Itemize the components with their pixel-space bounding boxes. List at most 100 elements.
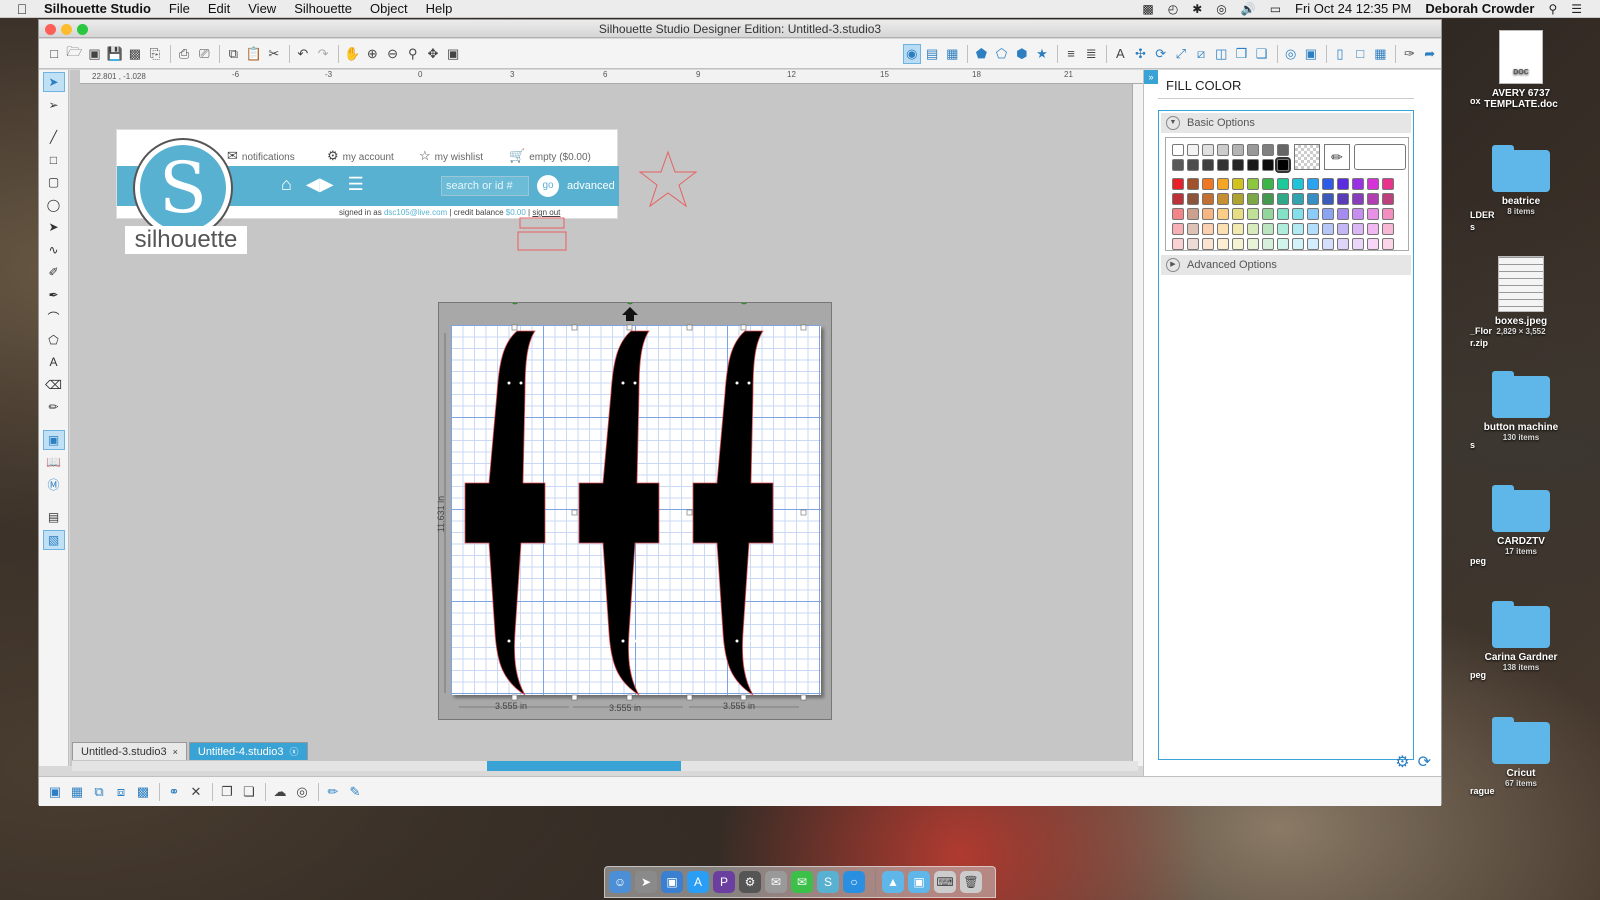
color-swatch[interactable] — [1275, 157, 1291, 173]
notification-center-icon[interactable]: ☰ — [1571, 2, 1582, 16]
menu-view[interactable]: View — [248, 1, 276, 16]
desktop-item-button-machine[interactable]: button machine 130 items — [1466, 371, 1576, 442]
library-view-icon[interactable]: 📖 — [43, 452, 65, 472]
time-machine-icon[interactable]: ◴ — [1168, 2, 1178, 16]
color-swatch[interactable] — [1352, 178, 1364, 190]
undo-icon[interactable]: ↶ — [294, 44, 312, 64]
line-tool-icon[interactable]: ╱ — [43, 127, 65, 147]
color-swatch[interactable] — [1352, 193, 1364, 205]
color-swatch[interactable] — [1202, 208, 1214, 220]
color-swatch[interactable] — [1292, 193, 1304, 205]
close-window-button[interactable] — [45, 24, 56, 35]
propeller-shape[interactable] — [464, 330, 546, 696]
rotate-icon[interactable]: ⟳ — [1152, 44, 1170, 64]
launchpad-icon[interactable]: ➤ — [635, 871, 657, 893]
color-swatch[interactable] — [1202, 223, 1214, 235]
propeller-shape[interactable] — [692, 330, 774, 696]
color-swatch[interactable] — [1232, 238, 1244, 250]
mirror-icon[interactable]: ❏ — [239, 782, 259, 802]
color-swatch[interactable] — [1292, 238, 1304, 250]
minimize-window-button[interactable] — [61, 24, 72, 35]
silhouette-store-icon[interactable]: ✑ — [1400, 44, 1418, 64]
title-bar[interactable]: Silhouette Studio Designer Edition: Unti… — [39, 20, 1441, 38]
send-to-icon[interactable]: ⎘ — [146, 44, 164, 64]
color-swatch[interactable] — [1187, 193, 1199, 205]
tab-untitled-4[interactable]: Untitled-4.studio3 ⓧ — [188, 742, 308, 760]
apple-icon[interactable]:  — [0, 1, 44, 17]
color-swatch[interactable] — [1367, 223, 1379, 235]
messages-icon[interactable]: ✉ — [791, 871, 813, 893]
horizontal-scrollbar[interactable] — [72, 761, 1138, 771]
rectangle-tool-icon[interactable]: □ — [43, 150, 65, 170]
advanced-options-header[interactable]: ▶ Advanced Options — [1161, 255, 1411, 275]
fit-to-page-icon[interactable]: ▣ — [444, 44, 462, 64]
fill-color-panel-icon[interactable]: ◉ — [902, 43, 921, 64]
text-style-icon[interactable]: A — [1111, 44, 1129, 64]
bluetooth-icon[interactable]: ✱ — [1192, 2, 1202, 16]
redo-icon[interactable]: ↷ — [314, 44, 332, 64]
panel-layout-icon[interactable]: ▤ — [43, 507, 65, 527]
swatch-no-fill[interactable] — [1294, 144, 1320, 170]
wifi-icon[interactable]: ◎ — [1216, 2, 1226, 16]
zoom-in-icon[interactable]: ⊕ — [363, 44, 381, 64]
color-swatch[interactable] — [1262, 159, 1274, 171]
color-swatch[interactable] — [1382, 208, 1394, 220]
regular-polygon-icon[interactable]: ⬠ — [43, 330, 65, 350]
color-swatch[interactable] — [1337, 223, 1349, 235]
print-icon[interactable]: ⎙ — [175, 44, 193, 64]
color-swatch[interactable] — [1202, 238, 1214, 250]
app-store-icon[interactable]: A — [687, 871, 709, 893]
desktop-item-beatrice[interactable]: beatrice 8 items — [1466, 145, 1576, 216]
registration-marks-icon[interactable]: □ — [1351, 44, 1369, 64]
color-swatch[interactable] — [1382, 223, 1394, 235]
menu-object[interactable]: Object — [370, 1, 408, 16]
ellipse-tool-icon[interactable]: ◯ — [43, 195, 65, 215]
color-swatch[interactable] — [1187, 208, 1199, 220]
my-account-link[interactable]: ⚙ my account — [327, 148, 394, 164]
color-swatch[interactable] — [1262, 144, 1274, 156]
banner-search-input[interactable]: search or id # — [441, 176, 529, 196]
battery-icon[interactable]: ▭ — [1270, 2, 1281, 16]
banner-go-button[interactable]: go — [537, 175, 559, 197]
curve-tool-icon[interactable]: ∿ — [43, 240, 65, 260]
paste-icon[interactable]: 📋 — [245, 44, 263, 64]
system-preferences-icon[interactable]: ⚙ — [739, 871, 761, 893]
color-swatch[interactable] — [1292, 178, 1304, 190]
color-swatch[interactable] — [1367, 193, 1379, 205]
menu-clock[interactable]: Fri Oct 24 12:35 PM — [1295, 1, 1411, 16]
color-swatch[interactable] — [1382, 178, 1394, 190]
finder-icon[interactable]: ☺ — [609, 871, 631, 893]
settings-gear-icon[interactable]: ⚙ — [1395, 752, 1409, 772]
send-to-silhouette-icon[interactable]: ➦ — [1421, 44, 1439, 64]
color-swatch[interactable] — [1337, 178, 1349, 190]
sketch-icon[interactable]: ✎ — [345, 782, 365, 802]
color-swatch[interactable] — [1172, 159, 1184, 171]
layer-icon[interactable]: ▦ — [1371, 44, 1389, 64]
back-forward-icon[interactable]: ◀▶ — [306, 174, 334, 195]
color-swatch[interactable] — [1247, 223, 1259, 235]
color-swatch[interactable] — [1307, 178, 1319, 190]
home-icon[interactable]: ⌂ — [281, 174, 292, 195]
keyboard-icon[interactable]: ⌨ — [934, 871, 956, 893]
color-swatch[interactable] — [1172, 193, 1184, 205]
grid-settings-icon[interactable]: ▦ — [943, 44, 961, 64]
color-swatch[interactable] — [1217, 144, 1229, 156]
scale-icon[interactable]: ⤢ — [1172, 44, 1190, 64]
photoshop-elements-icon[interactable]: P — [713, 871, 735, 893]
volume-icon[interactable]: 🔊 — [1241, 2, 1256, 16]
new-document-icon[interactable]: □ — [45, 44, 63, 64]
select-arrow-icon[interactable]: ➤ — [42, 72, 65, 92]
refresh-icon[interactable]: ⟳ — [1418, 752, 1431, 772]
line-width-icon[interactable]: ≣ — [1082, 44, 1100, 64]
color-swatch[interactable] — [1292, 223, 1304, 235]
rotation-handles[interactable] — [512, 303, 747, 305]
modify-icon[interactable]: ❑ — [1253, 44, 1271, 64]
color-swatch[interactable] — [1217, 159, 1229, 171]
color-swatch[interactable] — [1337, 238, 1349, 250]
color-swatch[interactable] — [1172, 208, 1184, 220]
color-swatch[interactable] — [1202, 193, 1214, 205]
color-swatch[interactable] — [1247, 178, 1259, 190]
text-tool-icon[interactable]: A — [43, 352, 65, 372]
color-swatch[interactable] — [1232, 144, 1244, 156]
color-swatch[interactable] — [1352, 208, 1364, 220]
